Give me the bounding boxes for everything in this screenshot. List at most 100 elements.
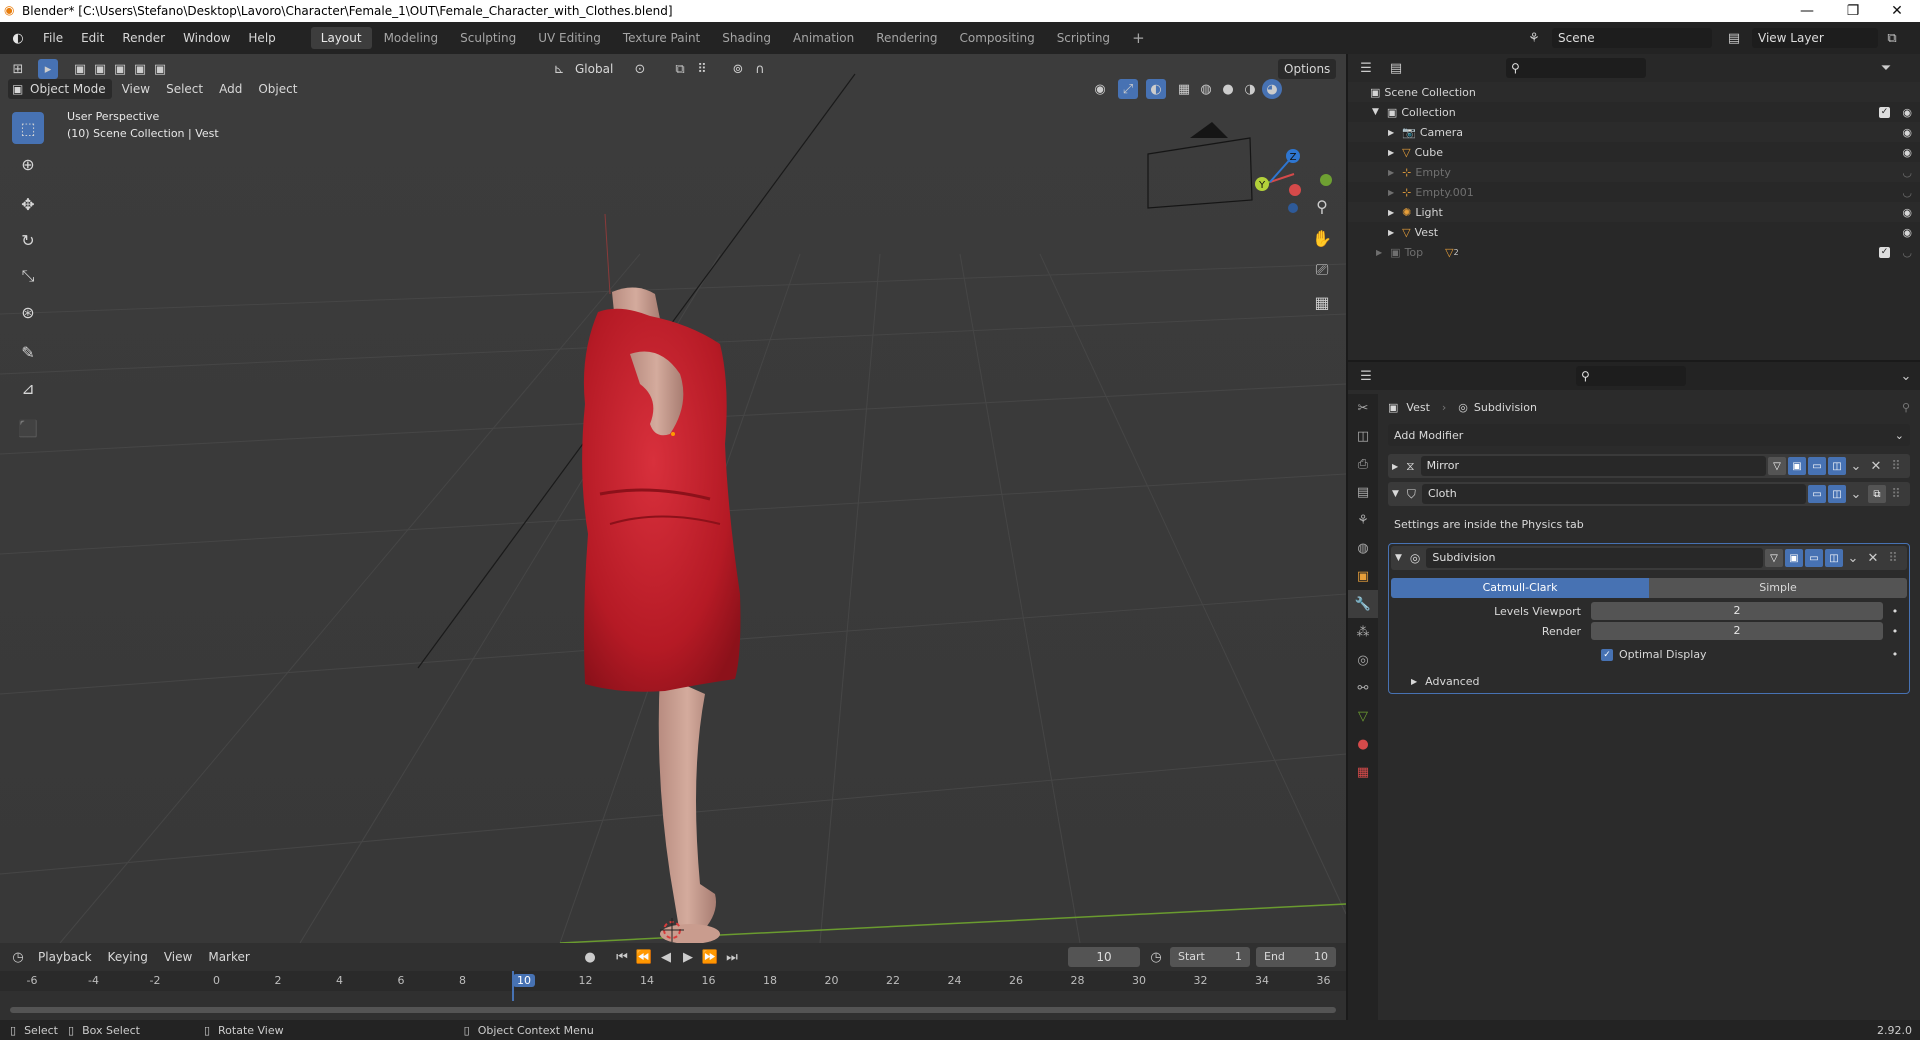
editor-type-icon[interactable]: ⊞ (8, 59, 28, 79)
expand-arrow-icon[interactable]: ▶ (1388, 228, 1394, 237)
snap-target-icon[interactable]: ⠿ (692, 59, 712, 79)
ortho-grid-icon[interactable]: ▦ (1310, 290, 1334, 314)
tab-animation[interactable]: Animation (783, 27, 864, 49)
jump-end-icon[interactable]: ⏭ (722, 947, 742, 967)
record-icon[interactable]: ● (580, 947, 600, 967)
constraints-tab-icon[interactable]: ⚯ (1348, 674, 1378, 702)
scene-tab-icon[interactable]: ⚘ (1348, 506, 1378, 534)
outliner-item-camera[interactable]: ▶ 📷 Camera ◉ (1348, 122, 1920, 142)
outliner-item-empty[interactable]: ▶ ⊹ Empty ◡ (1348, 162, 1920, 182)
advanced-subpanel[interactable]: ▶ Advanced (1391, 671, 1907, 691)
move-tool-icon[interactable]: ✥ (12, 188, 44, 220)
menu-edit[interactable]: Edit (72, 27, 113, 49)
properties-editor-icon[interactable]: ☰ (1356, 366, 1376, 386)
expand-arrow-icon[interactable]: ▶ (1376, 248, 1382, 257)
eye-icon[interactable]: ◉ (1902, 206, 1912, 219)
add-workspace-button[interactable]: + (1122, 27, 1155, 49)
start-frame-field[interactable]: Start 1 (1170, 947, 1250, 967)
modifier-tab-icon[interactable]: 🔧 (1348, 590, 1378, 618)
pin-icon[interactable]: ⚲ (1902, 401, 1910, 414)
solid-shading-icon[interactable]: ● (1218, 79, 1238, 99)
outliner-item-cube[interactable]: ▶ ▽ Cube ◉ (1348, 142, 1920, 162)
rendered-shading-icon[interactable]: ◕ (1262, 79, 1282, 99)
timeline-ruler[interactable]: -6 -4 -2 0 2 4 6 8 10 12 14 16 18 20 22 24 26 28 30 32 34 36 (0, 971, 1346, 991)
viewport-toggle-icon[interactable]: ▭ (1808, 485, 1826, 503)
mirror-modifier-panel[interactable]: ▶ ⧖ Mirror ▽ ▣ ▭ ◫ ⌄ ✕ ⠿ (1388, 454, 1910, 478)
transform-tool-icon[interactable]: ⊛ (12, 296, 44, 328)
minimize-button[interactable]: — (1784, 0, 1830, 22)
zoom-icon[interactable]: ⚲ (1310, 194, 1334, 218)
tab-compositing[interactable]: Compositing (949, 27, 1044, 49)
select-intersect-icon[interactable]: ▣ (150, 59, 170, 79)
render-toggle-icon[interactable]: ◫ (1825, 549, 1843, 567)
playhead[interactable] (512, 971, 514, 1001)
expand-arrow-icon[interactable]: ▶ (1388, 208, 1394, 217)
catmull-clark-option[interactable]: Catmull-Clark (1391, 578, 1649, 598)
levels-viewport-field[interactable]: 2 (1591, 602, 1883, 620)
tab-scripting[interactable]: Scripting (1047, 27, 1120, 49)
eye-icon[interactable]: ◉ (1902, 106, 1912, 119)
tab-shading[interactable]: Shading (712, 27, 781, 49)
expand-arrow-icon[interactable]: ▼ (1395, 553, 1402, 563)
outliner-item-vest[interactable]: ▶ ▽ Vest ◉ (1348, 222, 1920, 242)
eye-icon[interactable]: ◉ (1902, 126, 1912, 139)
mirror-name-field[interactable]: Mirror (1420, 456, 1766, 476)
viewport-toggle-icon[interactable]: ▭ (1805, 549, 1823, 567)
menu-object[interactable]: Object (252, 79, 303, 99)
scene-icon[interactable]: ⚘ (1524, 28, 1544, 48)
options-dropdown[interactable]: Options (1278, 59, 1337, 79)
transform-orientation-icon[interactable]: ⊾ (549, 59, 569, 79)
menu-help[interactable]: Help (239, 27, 284, 49)
play-reverse-icon[interactable]: ◀ (656, 947, 676, 967)
overlay-toggle-icon[interactable]: ◐ (1146, 79, 1166, 99)
outliner-scene-collection[interactable]: ▣ Scene Collection (1348, 82, 1920, 102)
subdivision-name-field[interactable]: Subdivision (1426, 548, 1763, 568)
outliner-editor-icon[interactable]: ☰ (1356, 58, 1376, 78)
wireframe-shading-icon[interactable]: ◍ (1196, 79, 1216, 99)
menu-view[interactable]: View (116, 79, 156, 99)
next-keyframe-icon[interactable]: ⏩ (700, 947, 720, 967)
eye-icon[interactable]: ◉ (1902, 226, 1912, 239)
exclude-checkbox[interactable]: ✓ (1879, 106, 1890, 118)
particles-tab-icon[interactable]: ⁂ (1348, 618, 1378, 646)
expand-arrow-icon[interactable]: ▼ (1392, 489, 1399, 499)
chevron-down-icon[interactable]: ⌄ (1843, 548, 1863, 568)
menu-select[interactable]: Select (160, 79, 209, 99)
keyframe-dot-icon[interactable]: • (1883, 648, 1907, 661)
3d-viewport[interactable]: ⊞ ▸ ▣ ▣ ▣ ▣ ▣ ⊾ Global ⊙ ⧉ ⠿ ⊚ ∩ Options… (0, 54, 1346, 943)
menu-marker[interactable]: Marker (202, 947, 255, 967)
select-new-icon[interactable]: ▣ (70, 59, 90, 79)
annotate-tool-icon[interactable]: ✎ (12, 336, 44, 368)
drag-handle-icon[interactable]: ⠿ (1886, 456, 1906, 476)
scene-name-field[interactable]: Scene (1552, 28, 1712, 48)
select-subtract-icon[interactable]: ▣ (110, 59, 130, 79)
physics-link-icon[interactable]: ⧉ (1868, 485, 1886, 503)
rotate-tool-icon[interactable]: ↻ (12, 224, 44, 256)
cloth-name-field[interactable]: Cloth (1421, 484, 1806, 504)
physics-tab-icon[interactable]: ◎ (1348, 646, 1378, 674)
material-tab-icon[interactable]: ● (1348, 730, 1378, 758)
view-layer-field[interactable]: View Layer (1752, 28, 1878, 48)
chevron-down-icon[interactable]: ⌄ (1846, 484, 1866, 504)
display-mode-icon[interactable]: ▤ (1386, 58, 1406, 78)
keyframe-dot-icon[interactable]: • (1883, 625, 1907, 638)
view-layer-icon[interactable]: ▤ (1724, 28, 1744, 48)
end-frame-field[interactable]: End 10 (1256, 947, 1336, 967)
visibility-icon[interactable]: ◉ (1090, 79, 1110, 99)
data-tab-icon[interactable]: ▽ (1348, 702, 1378, 730)
measure-tool-icon[interactable]: ⊿ (12, 372, 44, 404)
texture-tab-icon[interactable]: ▦ (1348, 758, 1378, 786)
exclude-checkbox[interactable]: ✓ (1879, 246, 1890, 258)
falloff-icon[interactable]: ∩ (750, 59, 770, 79)
editmode-toggle-icon[interactable]: ▣ (1788, 457, 1806, 475)
tab-modeling[interactable]: Modeling (374, 27, 449, 49)
preview-range-icon[interactable]: ◷ (1146, 947, 1166, 967)
drag-handle-icon[interactable]: ⠿ (1886, 484, 1906, 504)
remove-modifier-icon[interactable]: ✕ (1866, 456, 1886, 476)
menu-window[interactable]: Window (174, 27, 239, 49)
pan-hand-icon[interactable]: ✋ (1310, 226, 1334, 250)
maximize-button[interactable]: ❐ (1830, 0, 1876, 22)
output-tab-icon[interactable]: ⎙ (1348, 450, 1378, 478)
render-toggle-icon[interactable]: ◫ (1828, 457, 1846, 475)
add-cube-tool-icon[interactable]: ⬛ (12, 412, 44, 444)
